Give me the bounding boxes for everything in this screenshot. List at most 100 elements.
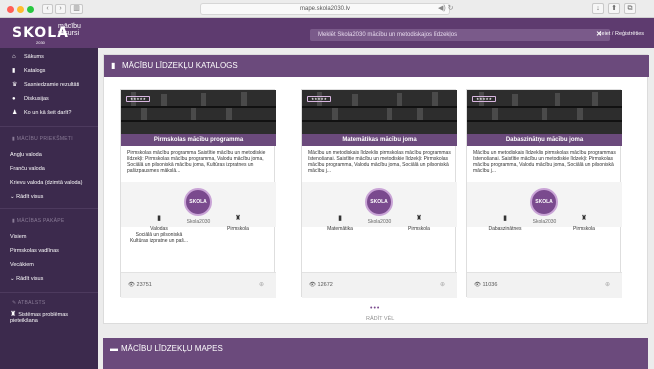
sidebar-item-label: Diskusijas bbox=[24, 96, 49, 102]
card-title[interactable]: Pirmskolas mācību programma bbox=[121, 134, 276, 146]
report-problem-label: Sistēmas problēmas pieteikšana bbox=[10, 312, 69, 324]
minimize-window-icon[interactable] bbox=[17, 6, 24, 13]
book-icon: ▮ bbox=[12, 68, 16, 74]
sidebar-item-results[interactable]: ♛ Sasniedzamie rezultāti bbox=[0, 78, 98, 92]
address-bar[interactable]: mape.skola2030.lv bbox=[200, 3, 450, 15]
sidebar-item-home[interactable]: ⌂ Sākums bbox=[0, 50, 98, 64]
sidebar-item-label: Ko un kā šeit darīt? bbox=[24, 110, 72, 116]
views-count: 👁 23751 bbox=[128, 282, 152, 288]
card-title[interactable]: Dabaszinātņu mācību joma bbox=[467, 134, 622, 146]
tabs-icon[interactable]: ⧉ bbox=[624, 3, 636, 14]
folder-icon: ▬ bbox=[110, 344, 118, 353]
author-avatar[interactable]: SKOLA bbox=[365, 188, 393, 216]
author-avatar[interactable]: SKOLA bbox=[184, 188, 212, 216]
sidebar-subject-item[interactable]: Franču valoda bbox=[10, 166, 45, 172]
resource-card[interactable]: ★★★★★ Pirmskolas mācību programma Pirmsk… bbox=[120, 89, 276, 298]
show-all-school-link[interactable]: ⌄ Rādīt visus bbox=[10, 276, 43, 282]
forward-button[interactable]: › bbox=[55, 4, 66, 14]
area-label: Valodas Sociālā un pilsoniskā Kultūras i… bbox=[129, 226, 189, 244]
views-count: 👁 11036 bbox=[474, 282, 497, 288]
sidebar-section-help: ✎ ATBALSTS bbox=[12, 300, 46, 306]
card-level: ♜ Pirmskola bbox=[389, 215, 449, 232]
resource-card[interactable]: ★★★★★ Matemātikas mācību joma Mācību un … bbox=[301, 89, 457, 298]
sidebar-item-discussions[interactable]: ● Diskusijas bbox=[0, 92, 98, 106]
card-footer: 👁 23751 ⊕ bbox=[121, 272, 276, 298]
book-icon: ▮ bbox=[111, 61, 116, 70]
show-all-label: Rādīt visus bbox=[16, 276, 44, 282]
show-more-button[interactable]: RĀDĪT VĒL bbox=[366, 316, 394, 322]
chat-icon: ● bbox=[12, 96, 16, 102]
sidebar-item-label: Katalogs bbox=[24, 68, 46, 74]
rating-badge: ★★★★★ bbox=[126, 96, 150, 102]
add-to-folder-icon[interactable]: ⊕ bbox=[259, 281, 264, 288]
area-label: Dabaszinātnes bbox=[488, 226, 522, 232]
maximize-window-icon[interactable] bbox=[27, 6, 34, 13]
eye-icon: 👁 bbox=[128, 282, 137, 288]
browser-toolbar: ‹ › ▥ mape.skola2030.lv ◀) ↻ ↓ ⬆ ⧉ bbox=[0, 0, 654, 18]
resource-card[interactable]: ★★★★★ Dabaszinātņu mācību joma Mācību un… bbox=[466, 89, 622, 298]
card-description: Mācību un metodiskais līdzeklis pirmskol… bbox=[308, 150, 451, 174]
sidebar-section-school: ▮ MĀCĪBAS PAKĀPE bbox=[12, 218, 64, 224]
reload-icon[interactable]: ◀) ↻ bbox=[438, 4, 454, 12]
sidebar: ⌂ Sākums ▮ Katalogs ♛ Sasniedzamie rezultāt… bbox=[0, 48, 98, 369]
book-icon: ▮ bbox=[503, 215, 507, 222]
level-label: Pirmskola bbox=[408, 226, 430, 232]
sidebar-toggle-icon[interactable]: ▥ bbox=[70, 4, 83, 14]
trophy-icon: ♛ bbox=[12, 82, 18, 88]
logo-year: 2030 bbox=[36, 40, 45, 45]
logo-subtitle-line1: mācību bbox=[58, 23, 81, 30]
card-level: ♜ Pirmskola bbox=[554, 215, 614, 232]
card-footer: 👁 11036 ⊕ bbox=[467, 272, 622, 298]
sidebar-divider bbox=[0, 292, 98, 293]
sidebar-school-item[interactable]: Pirmskolas vadlīnas bbox=[10, 248, 59, 254]
sidebar-item-help[interactable]: ♟ Ko un kā šeit darīt? bbox=[0, 106, 98, 120]
back-button[interactable]: ‹ bbox=[42, 4, 53, 14]
share-icon[interactable]: ⬆ bbox=[608, 3, 620, 14]
show-all-subjects-link[interactable]: ⌄ Rādīt visus bbox=[10, 194, 43, 200]
sidebar-item-label: Sākums bbox=[24, 54, 44, 60]
views-count: 👁 12672 bbox=[309, 282, 333, 288]
add-to-folder-icon[interactable]: ⊕ bbox=[605, 281, 610, 288]
sidebar-item-label: Sasniedzamie rezultāti bbox=[24, 82, 80, 88]
sidebar-school-item[interactable]: Visiem bbox=[10, 234, 26, 240]
app-header: SKOLA mācību resursi 2030 Meklēt Skola203… bbox=[0, 18, 654, 48]
maps-panel-header: ▬ MĀCĪBU LĪDZEKĻU MAPES bbox=[103, 338, 648, 369]
level-label: Pirmskola bbox=[573, 226, 595, 232]
sidebar-subject-item[interactable]: Krievu valoda (dzimtā valoda) bbox=[10, 180, 82, 186]
card-area: ▮ Dabaszinātnes bbox=[475, 215, 535, 232]
catalog-panel: ▮ MĀCĪBU LĪDZEKĻU KATALOGS ★★★★★ Pirmsko… bbox=[103, 54, 649, 324]
bug-icon: ♜ bbox=[10, 311, 19, 318]
views-value: 23751 bbox=[136, 282, 152, 288]
more-dots-icon[interactable]: ••• bbox=[370, 305, 380, 312]
people-icon: ♟ bbox=[12, 110, 18, 116]
login-link[interactable]: Ieiet / Reģistrēties bbox=[600, 31, 644, 37]
area-label: Matemātika bbox=[327, 226, 353, 232]
rating-badge: ★★★★★ bbox=[307, 96, 331, 102]
catalog-panel-header: ▮ MĀCĪBU LĪDZEKĻU KATALOGS bbox=[104, 55, 649, 77]
card-level: ♜ Pirmskola bbox=[208, 215, 268, 232]
search-input[interactable]: Meklēt Skola2030 mācību un metodiskajos … bbox=[310, 29, 610, 41]
eye-icon: 👁 bbox=[474, 282, 483, 288]
download-icon[interactable]: ↓ bbox=[592, 3, 604, 14]
card-description: Pirmskolas mācību programma Saistītie mā… bbox=[127, 150, 266, 174]
sidebar-section-subjects: ▮ MĀCĪBU PRIEKŠMETI bbox=[12, 136, 73, 142]
card-area: ▮ Valodas Sociālā un pilsoniskā Kultūras … bbox=[129, 215, 189, 244]
maps-title: MĀCĪBU LĪDZEKĻU MAPES bbox=[121, 344, 223, 353]
close-window-icon[interactable] bbox=[7, 6, 14, 13]
eye-icon: 👁 bbox=[309, 282, 318, 288]
card-footer: 👁 12672 ⊕ bbox=[302, 272, 457, 298]
book-icon: ▮ bbox=[157, 215, 161, 222]
home-icon: ⌂ bbox=[12, 54, 16, 60]
section-heading: MĀCĪBAS PAKĀPE bbox=[16, 218, 65, 224]
report-problem-link[interactable]: ♜ Sistēmas problēmas pieteikšana bbox=[10, 311, 80, 324]
logo-subtitle: mācību resursi bbox=[58, 23, 81, 37]
author-avatar[interactable]: SKOLA bbox=[530, 188, 558, 216]
sidebar-subject-item[interactable]: Angļu valoda bbox=[10, 152, 42, 158]
sidebar-item-catalog[interactable]: ▮ Katalogs bbox=[0, 64, 98, 78]
card-title[interactable]: Matemātikas mācību joma bbox=[302, 134, 457, 146]
sidebar-school-item[interactable]: Vecākiem bbox=[10, 262, 34, 268]
add-to-folder-icon[interactable]: ⊕ bbox=[440, 281, 445, 288]
views-value: 12672 bbox=[317, 282, 333, 288]
card-description: Mācību un metodiskais līdzeklis pirmskol… bbox=[473, 150, 616, 174]
level-label: Pirmskola bbox=[227, 226, 249, 232]
